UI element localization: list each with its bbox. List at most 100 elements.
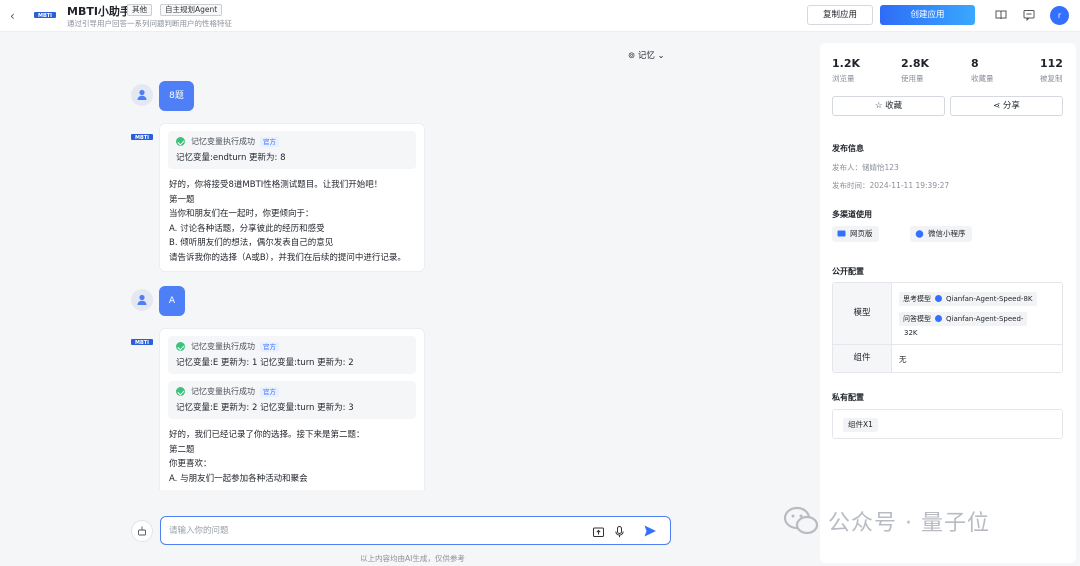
memory-label: 记忆	[637, 51, 655, 61]
publisher-name: 储婧怡123	[862, 163, 899, 172]
tool-call-result: 记忆变量执行成功 官方 记忆变量:E 更新为: 1 记忆变量:turn 更新为:…	[168, 336, 416, 374]
user-avatar	[131, 84, 153, 106]
reply-line: 你更喜欢：	[169, 459, 212, 469]
svg-text:MBTI: MBTI	[135, 135, 149, 141]
public-config-title: 公开配置	[832, 267, 864, 276]
channels-title: 多渠道使用	[832, 210, 872, 219]
favorite-button[interactable]: ☆ 收藏	[832, 96, 945, 116]
top-bar: ‹ MBTI MBTI小助手 其他 自主规划Agent 通过引导用户回答一系列问…	[0, 0, 1080, 32]
category-tag: 其他	[127, 4, 152, 16]
channel-web[interactable]: 网页版	[832, 226, 879, 242]
share-label: 分享	[1002, 101, 1020, 111]
tool-title: 记忆变量执行成功	[191, 137, 255, 146]
stat-value: 8	[971, 57, 979, 70]
bot-message: 记忆变量执行成功 官方 记忆变量:E 更新为: 1 记忆变量:turn 更新为:…	[159, 328, 425, 490]
reply-line: 好的，我们已经记录了你的选择。接下来是第二题：	[169, 430, 365, 440]
bot-reply: 好的，我们已经记录了你的选择。接下来是第二题： 第二题 你更喜欢： A. 与朋友…	[160, 419, 424, 490]
publish-time: 2024-11-11 19:39:27	[869, 181, 950, 190]
stat-label: 被复制	[1040, 74, 1063, 83]
official-badge: 官方	[260, 341, 279, 352]
tool-output: 记忆变量:E 更新为: 1 记忆变量:turn 更新为: 2	[176, 358, 354, 368]
channel-label: 微信小程序	[928, 229, 966, 238]
reply-line: 第一题	[169, 194, 195, 205]
stat-label: 浏览量	[832, 74, 855, 83]
app-info-panel: 1.2K 浏览量 2.8K 使用量 8 收藏量 112 被复制 ☆ 收藏 ⋖ 分…	[820, 43, 1076, 563]
share-button[interactable]: ⋖ 分享	[950, 96, 1063, 116]
favorite-label: 收藏	[885, 101, 903, 111]
success-icon	[176, 342, 185, 351]
tool-output: 记忆变量:endturn 更新为: 8	[176, 153, 286, 163]
wechat-icon	[783, 506, 819, 535]
think-model-tag: 思考模型 Qianfan-Agent-Speed-8K	[899, 292, 1037, 306]
publish-time-label: 发布时间：	[832, 181, 870, 190]
share-icon: ⋖	[993, 101, 1001, 111]
upload-icon[interactable]	[592, 525, 605, 538]
stat-favorites: 8 收藏量	[971, 57, 994, 84]
model-key: 模型	[833, 283, 892, 344]
component-key: 组件	[833, 345, 892, 372]
web-icon	[837, 230, 846, 237]
stat-copies: 112 被复制	[1040, 57, 1063, 84]
memory-icon: ⊚	[628, 51, 636, 61]
chat-input-box[interactable]	[160, 516, 671, 545]
tool-output: 记忆变量:E 更新为: 2 记忆变量:turn 更新为: 3	[176, 403, 354, 413]
stat-value: 112	[1040, 57, 1063, 70]
model-icon	[935, 295, 942, 302]
official-badge: 官方	[260, 136, 279, 147]
public-config-table: 模型 思考模型 Qianfan-Agent-Speed-8K 问答模型 Qianfa…	[832, 282, 1063, 373]
bot-logo: MBTI	[131, 134, 153, 141]
svg-text:MBTI: MBTI	[135, 340, 149, 346]
private-config-box: 组件X1	[832, 409, 1063, 439]
book-icon[interactable]	[995, 9, 1007, 21]
broom-icon	[138, 526, 146, 536]
channel-wechat-miniprogram[interactable]: 微信小程序	[910, 226, 972, 242]
reply-line: B. 倾听朋友们的想法，偶尔发表自己的意见	[169, 238, 334, 248]
think-model: Qianfan-Agent-Speed-8K	[946, 295, 1033, 303]
private-config-title: 私有配置	[832, 393, 864, 402]
feedback-icon[interactable]	[1023, 9, 1035, 21]
reply-line: A. 讨论各种话题，分享彼此的经历和感受	[169, 223, 325, 234]
think-model-label: 思考模型	[903, 295, 931, 303]
component-value: 无	[899, 355, 907, 364]
memory-dropdown[interactable]: ⊚ 记忆 ⌄	[628, 49, 665, 61]
model-row: 模型 思考模型 Qianfan-Agent-Speed-8K 问答模型 Qianfa…	[833, 283, 1062, 345]
reply-line: 好的，你将接受8道MBTI性格测试题目。让我们开始吧！	[169, 180, 383, 190]
channel-label: 网页版	[850, 229, 873, 238]
bot-reply: 好的，你将接受8道MBTI性格测试题目。让我们开始吧！ 第一题 当你和朋友们在一…	[160, 169, 424, 271]
user-message: 8题	[159, 81, 194, 111]
user-avatar[interactable]: r	[1050, 6, 1069, 25]
chevron-down-icon: ⌄	[657, 51, 665, 61]
answer-model-tag: 问答模型 Qianfan-Agent-Speed-	[899, 312, 1028, 326]
success-icon	[176, 387, 185, 396]
model-icon	[935, 315, 942, 322]
create-app-button[interactable]: 创建应用	[880, 5, 975, 25]
stat-value: 1.2K	[832, 57, 861, 70]
success-icon	[176, 137, 185, 146]
chat-input[interactable]	[169, 524, 569, 538]
back-icon[interactable]: ‹	[10, 9, 24, 23]
svg-text:MBTI: MBTI	[38, 13, 52, 19]
official-badge: 官方	[260, 386, 279, 397]
user-message: A	[159, 286, 185, 316]
microphone-icon[interactable]	[613, 525, 626, 538]
copy-app-button[interactable]: 复制应用	[807, 5, 873, 25]
ai-disclaimer: 以上内容均由AI生成，仅供参考	[360, 554, 465, 563]
tool-call-result: 记忆变量执行成功 官方 记忆变量:endturn 更新为: 8	[168, 131, 416, 169]
publisher-label: 发布人：	[832, 163, 862, 172]
reply-line: A. 与朋友们一起参加各种活动和聚会	[169, 473, 308, 484]
user-avatar	[131, 289, 153, 311]
app-title: MBTI小助手	[67, 5, 131, 18]
stat-label: 使用量	[901, 74, 924, 83]
clear-chat-button[interactable]	[131, 520, 153, 542]
answer-model: Qianfan-Agent-Speed-	[946, 315, 1024, 323]
watermark-text: 公众号 · 量子位	[828, 511, 990, 536]
stat-views: 1.2K 浏览量	[832, 57, 860, 84]
answer-model-suffix: 32K	[904, 329, 918, 337]
tool-call-result: 记忆变量执行成功 官方 记忆变量:E 更新为: 2 记忆变量:turn 更新为:…	[168, 381, 416, 419]
reply-line: 请告诉我你的选择（A或B），并我们在后续的提问中进行记录。	[169, 252, 406, 263]
stat-usage: 2.8K 使用量	[901, 57, 929, 84]
mbti-logo: MBTI	[34, 12, 56, 19]
send-icon[interactable]	[643, 524, 657, 538]
bot-message: 记忆变量执行成功 官方 记忆变量:endturn 更新为: 8 好的，你将接受8…	[159, 123, 425, 272]
person-icon	[137, 294, 147, 305]
